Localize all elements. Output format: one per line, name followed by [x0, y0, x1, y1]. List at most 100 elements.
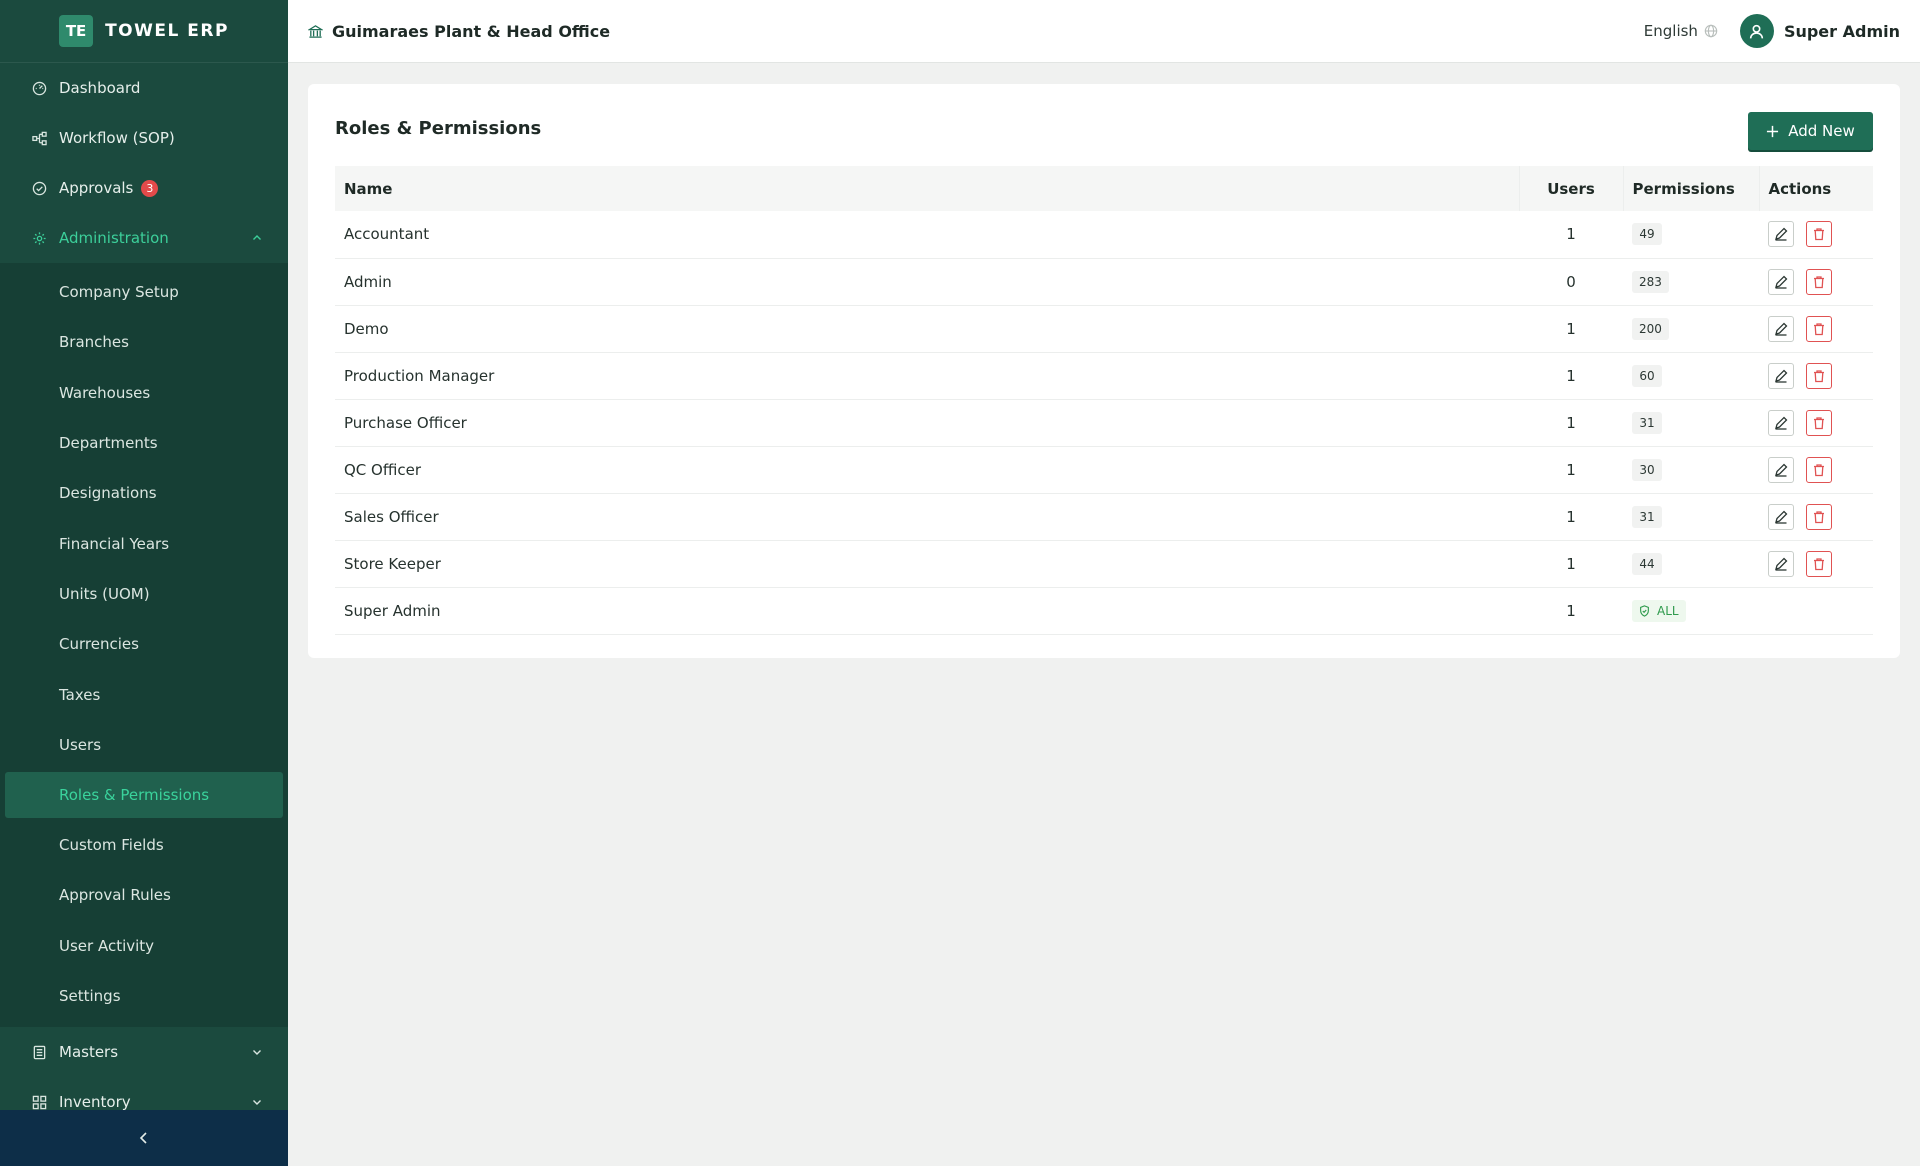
sidebar-item-dashboard[interactable]: Dashboard [0, 63, 288, 113]
sidebar-item-custom-fields[interactable]: Custom Fields [0, 820, 288, 870]
table-row: Demo 1 200 [335, 305, 1873, 353]
role-users-count: 0 [1519, 258, 1623, 306]
role-users-count: 1 [1519, 446, 1623, 494]
language-label: English [1643, 22, 1698, 40]
column-header-actions: Actions [1768, 179, 1832, 198]
branch-selector[interactable]: Guimaraes Plant & Head Office [308, 22, 610, 41]
sidebar-item-units[interactable]: Units (UOM) [0, 569, 288, 619]
role-name: Sales Officer [335, 493, 1519, 541]
edit-role-button[interactable] [1768, 409, 1794, 436]
role-users-count: 1 [1519, 352, 1623, 400]
check-circle-icon [32, 181, 47, 196]
edit-role-button[interactable] [1768, 456, 1794, 483]
edit-role-button[interactable] [1768, 550, 1794, 577]
chevron-up-icon [253, 235, 261, 240]
permissions-count-badge: 200 [1632, 317, 1669, 340]
delete-role-button[interactable] [1805, 315, 1832, 342]
role-users-count: 1 [1519, 211, 1623, 259]
role-users-count: 1 [1519, 540, 1623, 588]
role-name: Demo [335, 305, 1519, 353]
permissions-count-badge: 44 [1632, 552, 1662, 575]
approvals-count-badge: 3 [141, 179, 159, 197]
sidebar-item-roles-permissions[interactable]: Roles & Permissions [5, 771, 283, 818]
sidebar-item-users[interactable]: Users [0, 720, 288, 770]
administration-submenu: Company Setup Branches Warehouses Depart… [0, 263, 288, 1028]
sidebar-item-masters[interactable]: Masters [0, 1027, 288, 1077]
add-new-label: Add New [1788, 122, 1855, 140]
edit-role-button[interactable] [1768, 221, 1794, 248]
trash-icon [1813, 275, 1824, 288]
sidebar: TE TOWEL ERP Dashboard Workflow (SOP) Ap… [0, 0, 288, 1166]
sidebar-item-branches[interactable]: Branches [0, 317, 288, 367]
permissions-count-badge: 31 [1632, 411, 1662, 434]
table-row: Sales Officer 1 31 [335, 493, 1873, 541]
pencil-icon [1775, 463, 1788, 477]
delete-role-button[interactable] [1805, 362, 1832, 389]
sidebar-item-label: Workflow (SOP) [59, 129, 175, 147]
roles-card: Roles & Permissions Add New Name Users P… [308, 84, 1900, 658]
trash-icon [1813, 463, 1824, 476]
edit-role-button[interactable] [1768, 268, 1794, 295]
sidebar-item-user-activity[interactable]: User Activity [0, 921, 288, 971]
trash-icon [1813, 369, 1824, 382]
collapse-sidebar-button[interactable] [0, 1110, 288, 1166]
sidebar-item-designations[interactable]: Designations [0, 468, 288, 518]
sidebar-item-workflow[interactable]: Workflow (SOP) [0, 113, 288, 163]
sidebar-item-label: Administration [59, 229, 169, 247]
permissions-count-badge: 30 [1632, 458, 1662, 481]
trash-icon [1813, 416, 1824, 429]
delete-role-button[interactable] [1805, 221, 1832, 248]
role-users-count: 1 [1519, 587, 1623, 635]
avatar [1739, 14, 1774, 48]
bank-icon [308, 24, 323, 38]
table-row: Production Manager 1 60 [335, 352, 1873, 400]
sidebar-item-company-setup[interactable]: Company Setup [0, 267, 288, 317]
sidebar-item-label: Dashboard [59, 79, 141, 97]
user-menu[interactable]: Super Admin [1739, 14, 1900, 48]
table-row: QC Officer 1 30 [335, 446, 1873, 494]
permissions-count-badge: 60 [1632, 364, 1662, 387]
brand[interactable]: TE TOWEL ERP [0, 0, 288, 63]
trash-icon [1813, 510, 1824, 523]
delete-role-button[interactable] [1805, 456, 1832, 483]
sidebar-item-taxes[interactable]: Taxes [0, 669, 288, 719]
trash-icon [1813, 322, 1824, 335]
role-name: Super Admin [335, 587, 1519, 635]
edit-role-button[interactable] [1768, 362, 1794, 389]
delete-role-button[interactable] [1805, 503, 1832, 530]
pencil-icon [1775, 557, 1788, 571]
sidebar-item-departments[interactable]: Departments [0, 418, 288, 468]
column-header-name[interactable]: Name [335, 166, 1520, 211]
role-name: QC Officer [335, 446, 1519, 494]
shield-check-icon [1640, 604, 1649, 617]
sidebar-item-approval-rules[interactable]: Approval Rules [0, 870, 288, 920]
plus-icon [1767, 125, 1779, 137]
sidebar-item-label: Approvals [59, 179, 134, 197]
delete-role-button[interactable] [1805, 268, 1832, 295]
trash-icon [1813, 228, 1824, 241]
role-name: Production Manager [335, 352, 1519, 400]
sidebar-item-financial-years[interactable]: Financial Years [0, 518, 288, 568]
sidebar-item-warehouses[interactable]: Warehouses [0, 368, 288, 418]
sidebar-item-approvals[interactable]: Approvals 3 [0, 163, 288, 213]
chevron-left-icon [139, 1132, 147, 1144]
column-header-users[interactable]: Users [1519, 166, 1624, 211]
sidebar-item-settings[interactable]: Settings [0, 971, 288, 1021]
language-selector[interactable]: English [1644, 22, 1718, 40]
role-users-count: 1 [1519, 305, 1623, 353]
column-header-permissions[interactable]: Permissions [1623, 166, 1760, 211]
sidebar-item-label: Inventory [59, 1093, 131, 1112]
sidebar-item-administration[interactable]: Administration [0, 213, 288, 263]
edit-role-button[interactable] [1768, 503, 1794, 530]
add-new-button[interactable]: Add New [1748, 112, 1873, 150]
pencil-icon [1775, 369, 1788, 383]
no-actions-cell [1759, 587, 1873, 635]
role-name: Admin [335, 258, 1519, 306]
delete-role-button[interactable] [1805, 550, 1832, 577]
table-row: Store Keeper 1 44 [335, 540, 1873, 588]
delete-role-button[interactable] [1805, 409, 1832, 436]
role-users-count: 1 [1519, 493, 1623, 541]
roles-table: Name Users Permissions Actions Accountan… [335, 166, 1873, 635]
sidebar-item-currencies[interactable]: Currencies [0, 619, 288, 669]
edit-role-button[interactable] [1768, 315, 1794, 342]
